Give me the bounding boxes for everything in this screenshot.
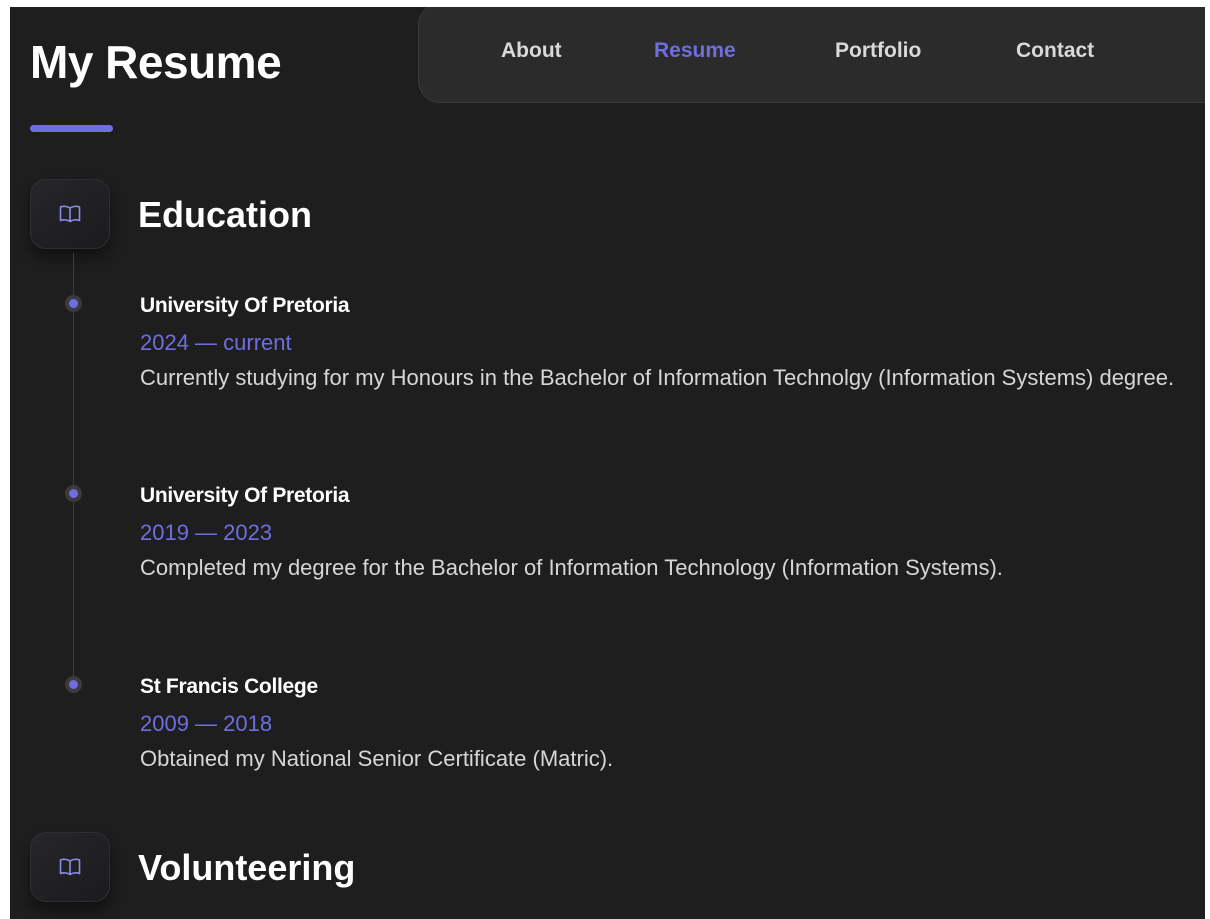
timeline-dot xyxy=(65,485,82,502)
nav-link-about[interactable]: About xyxy=(501,40,562,61)
title-underline xyxy=(30,125,113,132)
timeline-item-date: 2024 — current xyxy=(140,330,292,355)
timeline-item-title: St Francis College xyxy=(140,675,318,698)
timeline-line xyxy=(73,253,74,693)
section-title-education: Education xyxy=(138,194,313,235)
timeline-item-date: 2019 — 2023 xyxy=(140,520,273,545)
nav-link-contact[interactable]: Contact xyxy=(1016,40,1094,61)
page-title: My Resume xyxy=(30,36,282,88)
timeline-item: University Of Pretoria 2024 — current Cu… xyxy=(140,295,1180,394)
timeline-item-description: Completed my degree for the Bachelor of … xyxy=(140,555,1003,580)
timeline-item-date: 2009 — 2018 xyxy=(140,711,273,736)
nav-link-portfolio[interactable]: Portfolio xyxy=(835,40,921,61)
timeline-item: University Of Pretoria 2019 — 2023 Compl… xyxy=(140,485,1180,584)
timeline-item-description: Currently studying for my Honours in the… xyxy=(140,365,1175,390)
education-icon-box xyxy=(30,179,110,249)
volunteering-icon-box xyxy=(30,832,110,902)
timeline-dot xyxy=(65,676,82,693)
timeline-item-title: University Of Pretoria xyxy=(140,294,350,317)
timeline-dot xyxy=(65,295,82,312)
book-icon xyxy=(59,205,81,223)
nav-link-resume[interactable]: Resume xyxy=(654,40,736,61)
timeline-item-description: Obtained my National Senior Certificate … xyxy=(140,746,614,771)
section-title-volunteering: Volunteering xyxy=(138,847,356,888)
resume-panel: My Resume About Resume Portfolio Contact… xyxy=(10,7,1205,919)
book-icon xyxy=(59,858,81,876)
navbar: About Resume Portfolio Contact xyxy=(418,7,1205,103)
timeline-item-title: University Of Pretoria xyxy=(140,484,350,507)
timeline-item: St Francis College 2009 — 2018 Obtained … xyxy=(140,676,1180,775)
